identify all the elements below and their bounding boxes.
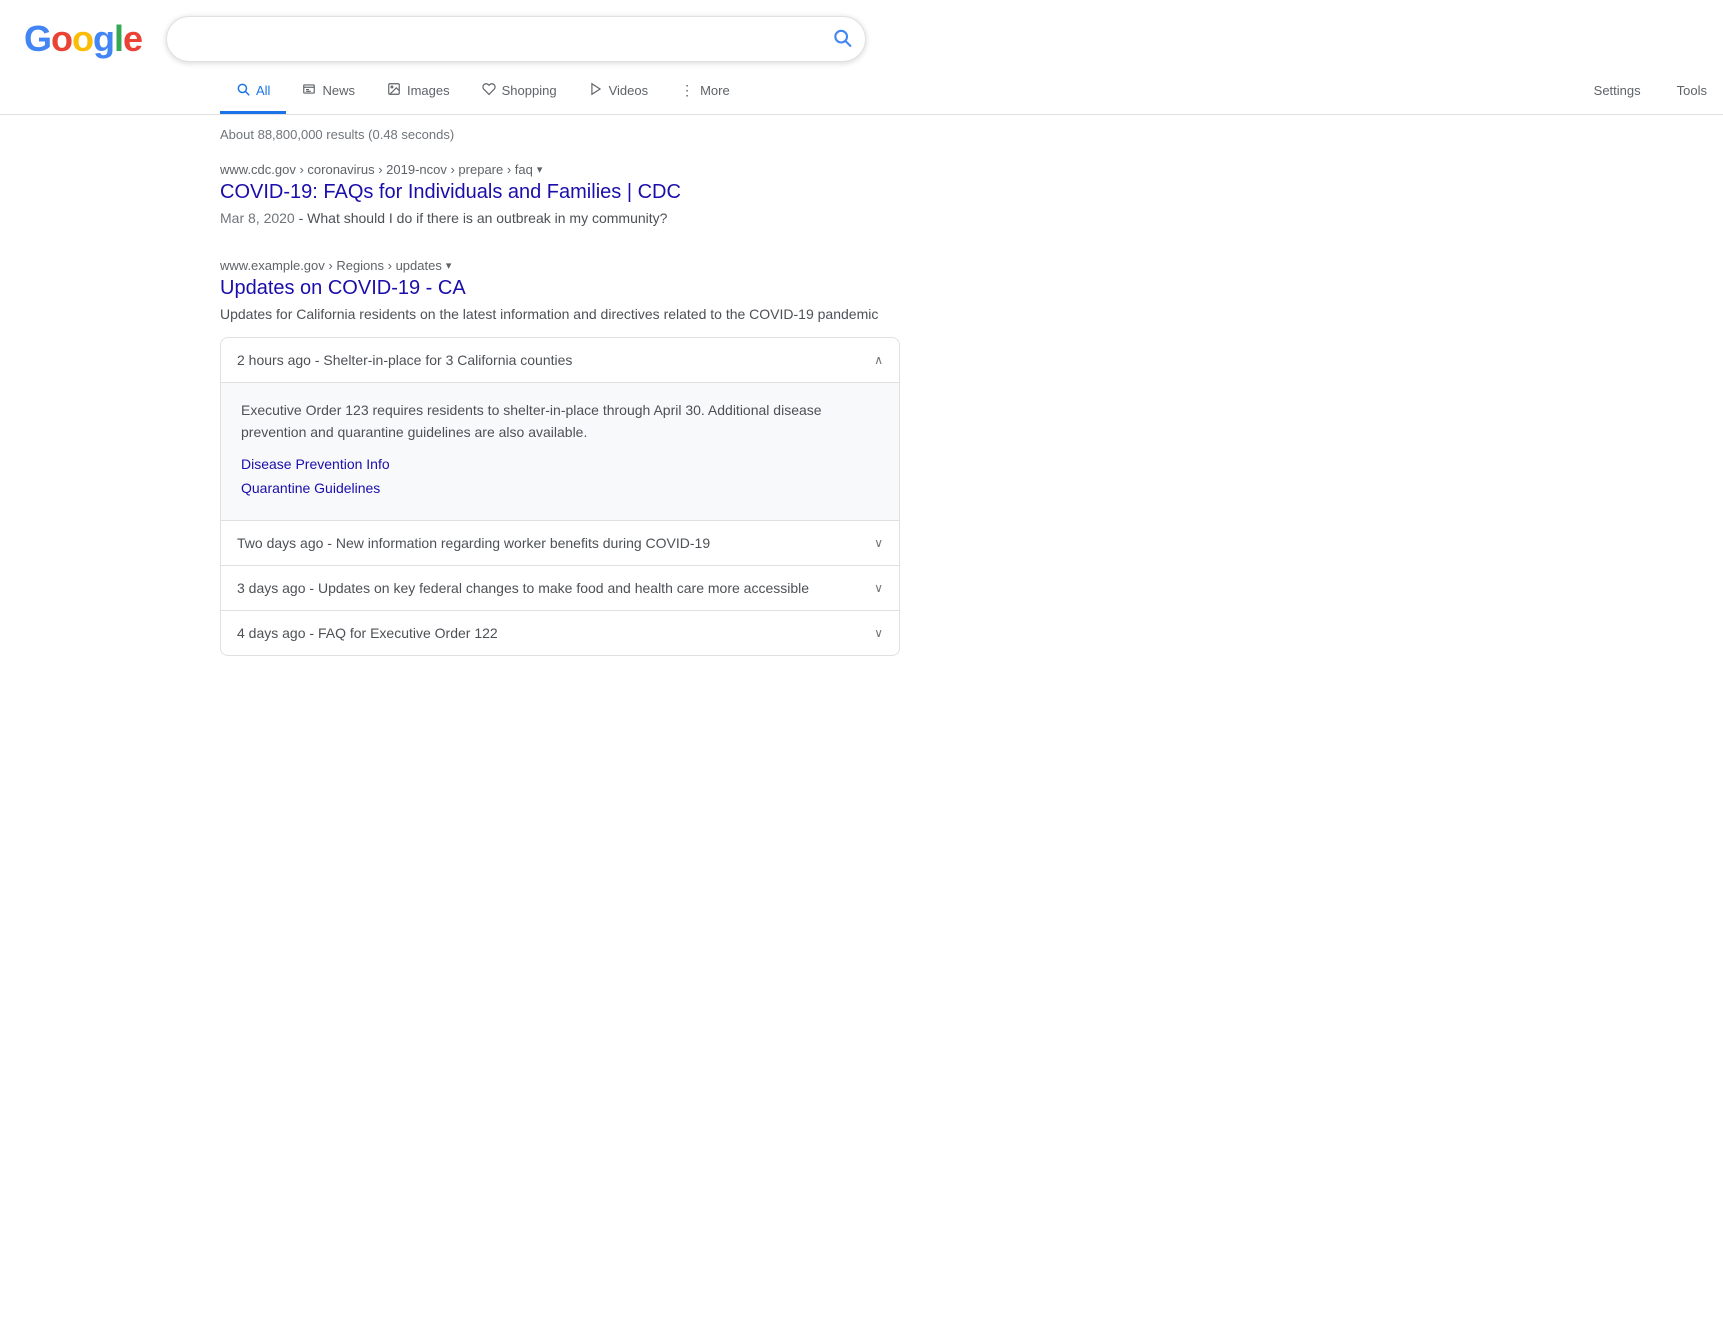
news-item-3-dash: -	[309, 580, 318, 596]
news-item-4[interactable]: 4 days ago - FAQ for Executive Order 122	[221, 611, 899, 655]
result-ca-url: www.example.gov › Regions › updates ▾	[220, 258, 900, 273]
news-item-1-text: 2 hours ago - Shelter-in-place for 3 Cal…	[237, 352, 572, 368]
result-cdc-snippet-dash: -	[299, 210, 308, 226]
tab-all-label: All	[256, 83, 270, 98]
news-item-1-time: 2 hours ago	[237, 352, 311, 368]
dropdown-arrow-icon[interactable]: ▾	[537, 163, 543, 176]
result-cdc-snippet-text: What should I do if there is an outbreak…	[307, 210, 667, 226]
results-container: About 88,800,000 results (0.48 seconds) …	[0, 115, 900, 656]
result-cdc-url: www.cdc.gov › coronavirus › 2019-ncov › …	[220, 162, 900, 177]
result-ca-url-text: www.example.gov › Regions › updates	[220, 258, 442, 273]
shopping-icon	[482, 82, 496, 99]
header: Google coronavirus in ca	[0, 0, 1723, 62]
news-item-3-time: 3 days ago	[237, 580, 306, 596]
logo-letter-o1: o	[51, 18, 72, 59]
search-icon	[832, 28, 852, 48]
tab-all[interactable]: All	[220, 70, 286, 114]
tab-news[interactable]: News	[286, 70, 371, 114]
news-item-4-dash: -	[309, 625, 318, 641]
logo-letter-e: e	[123, 18, 142, 59]
tab-tools[interactable]: Tools	[1661, 71, 1723, 113]
tab-shopping-label: Shopping	[502, 83, 557, 98]
news-item-1[interactable]: 2 hours ago - Shelter-in-place for 3 Cal…	[221, 338, 899, 383]
news-item-3[interactable]: 3 days ago - Updates on key federal chan…	[221, 566, 899, 611]
google-logo: Google	[24, 18, 142, 60]
search-bar-container: coronavirus in ca	[166, 16, 866, 62]
results-stats: About 88,800,000 results (0.48 seconds)	[220, 127, 900, 142]
tab-news-label: News	[322, 83, 355, 98]
result-cdc-url-text: www.cdc.gov › coronavirus › 2019-ncov › …	[220, 162, 533, 177]
tab-shopping[interactable]: Shopping	[466, 70, 573, 114]
tab-images[interactable]: Images	[371, 70, 466, 114]
disease-prevention-link[interactable]: Disease Prevention Info	[241, 456, 879, 472]
chevron-down-icon-2	[874, 536, 883, 550]
result-cdc-title[interactable]: COVID-19: FAQs for Individuals and Famil…	[220, 181, 900, 204]
news-items-list: 2 hours ago - Shelter-in-place for 3 Cal…	[220, 337, 900, 656]
logo-letter-l: l	[114, 18, 123, 59]
chevron-up-icon	[874, 353, 883, 367]
news-item-3-text: 3 days ago - Updates on key federal chan…	[237, 580, 809, 596]
logo-letter-g2: g	[93, 18, 114, 59]
news-icon	[302, 82, 316, 99]
tab-images-label: Images	[407, 83, 450, 98]
result-cdc-date: Mar 8, 2020	[220, 210, 295, 226]
tab-more[interactable]: ⋮ More	[664, 70, 746, 114]
news-item-1-expanded: Executive Order 123 requires residents t…	[221, 383, 899, 521]
nav-settings-tools: Settings Tools	[1578, 71, 1723, 113]
news-item-2-headline: New information regarding worker benefit…	[336, 535, 710, 551]
search-input[interactable]: coronavirus in ca	[166, 16, 866, 62]
nav-tabs: All News Images Shopping Videos ⋮ More S…	[0, 62, 1723, 115]
news-item-4-time: 4 days ago	[237, 625, 306, 641]
quarantine-guidelines-link[interactable]: Quarantine Guidelines	[241, 480, 879, 496]
images-icon	[387, 82, 401, 99]
tab-videos-label: Videos	[609, 83, 649, 98]
logo-letter-o2: o	[72, 18, 93, 59]
result-ca-updates: www.example.gov › Regions › updates ▾ Up…	[220, 258, 900, 656]
result-cdc-snippet: Mar 8, 2020 - What should I do if there …	[220, 208, 900, 230]
more-dots-icon: ⋮	[680, 82, 694, 99]
logo-letter-g: G	[24, 18, 51, 59]
result-ca-title[interactable]: Updates on COVID-19 - CA	[220, 277, 900, 300]
news-item-2-time: Two days ago	[237, 535, 323, 551]
news-item-2-text: Two days ago - New information regarding…	[237, 535, 710, 551]
news-item-4-text: 4 days ago - FAQ for Executive Order 122	[237, 625, 498, 641]
news-item-2-dash: -	[327, 535, 336, 551]
settings-label: Settings	[1594, 83, 1641, 98]
chevron-down-icon-3	[874, 581, 883, 595]
ca-dropdown-arrow-icon[interactable]: ▾	[446, 259, 452, 272]
tab-more-label: More	[700, 83, 730, 98]
videos-icon	[589, 82, 603, 99]
news-item-4-headline: FAQ for Executive Order 122	[318, 625, 498, 641]
tab-settings[interactable]: Settings	[1578, 71, 1657, 113]
tab-videos[interactable]: Videos	[573, 70, 665, 114]
result-ca-description: Updates for California residents on the …	[220, 304, 900, 326]
all-icon	[236, 82, 250, 99]
news-item-1-headline: Shelter-in-place for 3 California counti…	[323, 352, 572, 368]
tools-label: Tools	[1677, 83, 1707, 98]
news-item-2[interactable]: Two days ago - New information regarding…	[221, 521, 899, 566]
news-item-1-expanded-text: Executive Order 123 requires residents t…	[241, 399, 879, 444]
chevron-down-icon-4	[874, 626, 883, 640]
result-cdc: www.cdc.gov › coronavirus › 2019-ncov › …	[220, 162, 900, 230]
search-button[interactable]	[832, 28, 852, 51]
news-item-3-headline: Updates on key federal changes to make f…	[318, 580, 809, 596]
